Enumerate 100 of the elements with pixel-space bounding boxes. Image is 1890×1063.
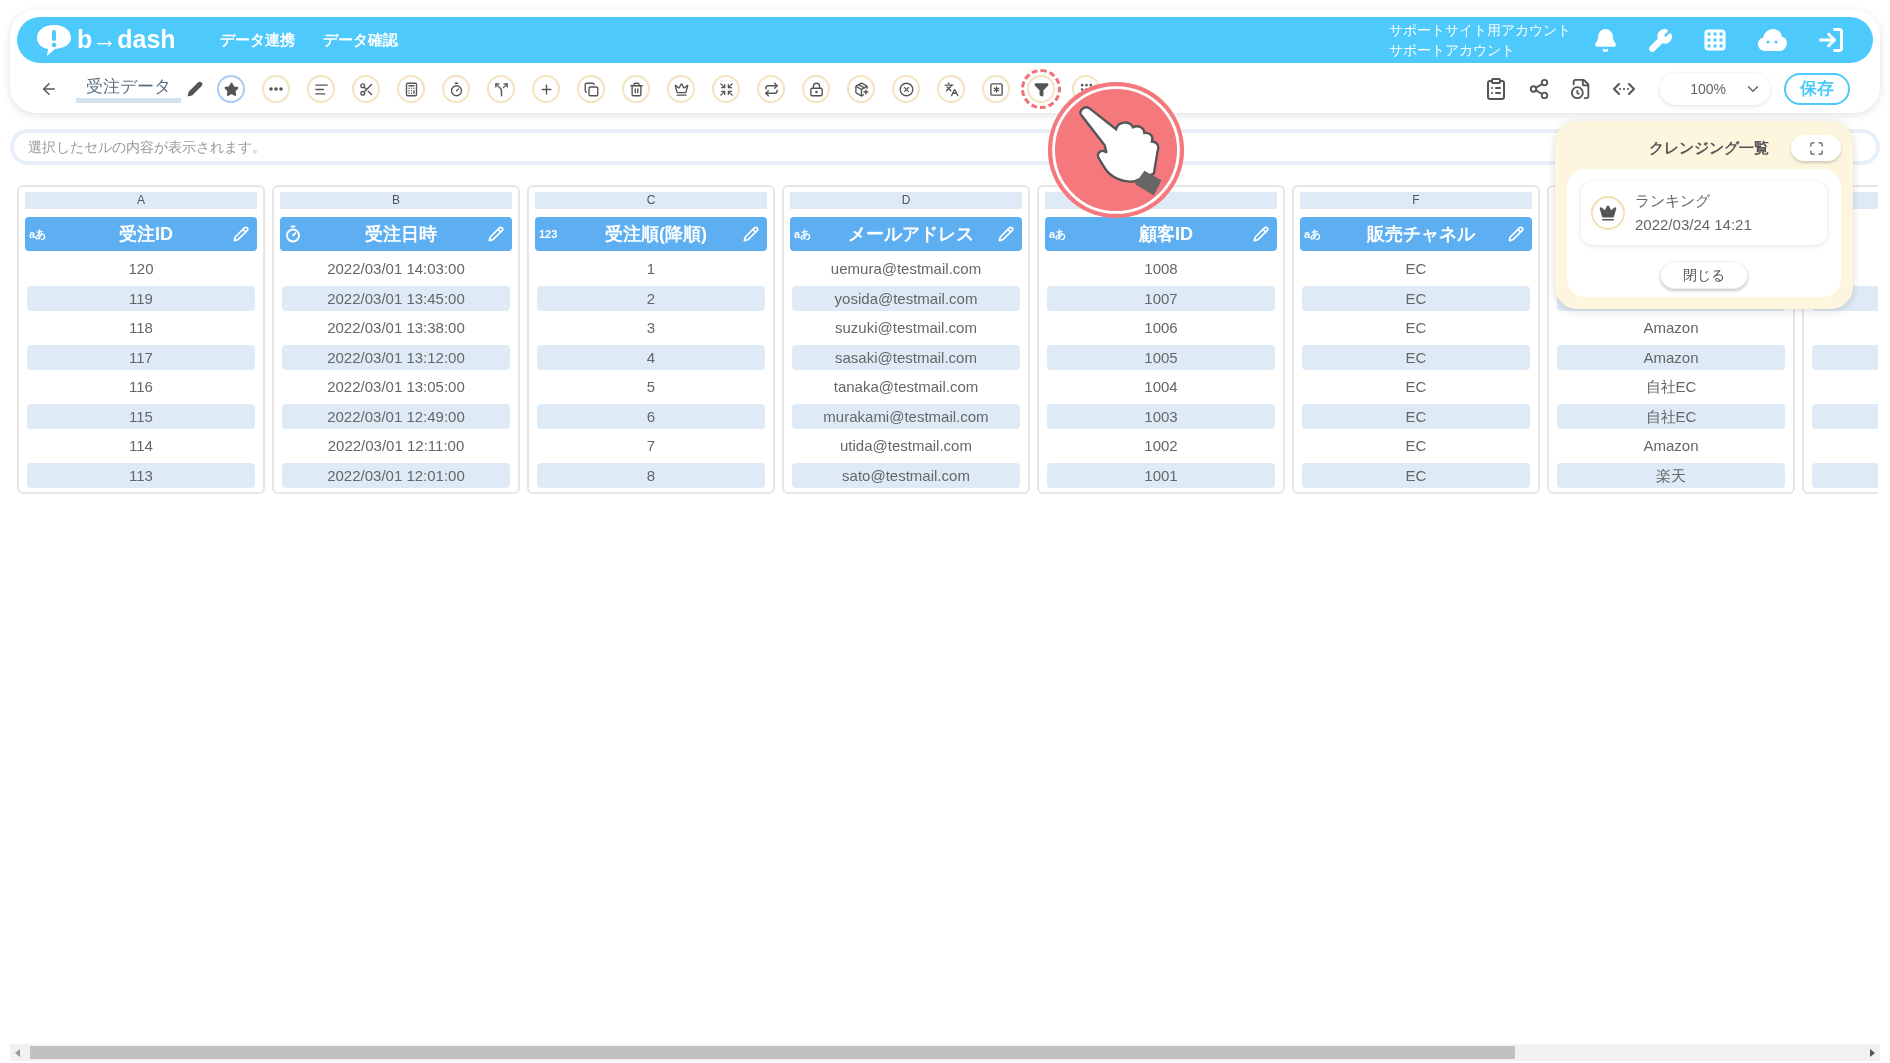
table-cell-text: 1 [645, 259, 657, 280]
table-cell-text: 1006 [1143, 318, 1179, 339]
close-button[interactable]: 閉じる [1660, 261, 1748, 289]
trash-icon [628, 81, 644, 97]
tool-button[interactable] [217, 75, 245, 103]
table-cell: 2022/03/01 13:12:00 [282, 344, 510, 370]
table-cell: 4 [537, 344, 765, 370]
tool-button[interactable] [757, 75, 785, 103]
table-cell-text: EC [1404, 436, 1428, 457]
sheet-title[interactable]: 受注データ [76, 75, 181, 103]
table-cell: sasaki@testmail.com [792, 344, 1020, 370]
dots-icon [269, 87, 283, 91]
clipboard-icon[interactable] [1484, 77, 1508, 101]
tool-button[interactable] [712, 75, 740, 103]
column-letter[interactable]: C [535, 192, 767, 209]
table-cell: sato@testmail.com [792, 462, 1020, 488]
column-title: 受注ID [118, 222, 174, 246]
share-icon[interactable] [1528, 78, 1550, 100]
panel-title: クレンジング一覧 [1649, 137, 1769, 158]
table-cell-text: EC [1404, 377, 1428, 398]
table-cell-text: EC [1404, 318, 1428, 339]
scroll-right-icon[interactable] [1870, 1048, 1875, 1057]
scrollbar-thumb[interactable] [30, 1046, 1515, 1059]
table-cell-text: 2022/03/01 14:03:00 [326, 259, 466, 280]
table-cell-text: 1002 [1143, 436, 1179, 457]
table-cell: EC [1302, 462, 1530, 488]
table-cell: EC [1302, 344, 1530, 370]
column-letter[interactable]: D [790, 192, 1022, 209]
lock-icon [808, 81, 824, 97]
table-cell: Amazon [1557, 344, 1785, 370]
column-title: 顧客ID [1138, 222, 1194, 246]
column-letter[interactable]: A [25, 192, 257, 209]
tool-button[interactable] [487, 75, 515, 103]
tool-button[interactable] [892, 75, 920, 103]
timer-icon [284, 225, 302, 243]
table-cell: 2022/03/01 13:45:00 [282, 285, 510, 311]
crown-icon [673, 81, 689, 97]
type-label: aあ [29, 226, 47, 242]
tool-button[interactable] [982, 75, 1010, 103]
tool-button[interactable] [532, 75, 560, 103]
column-letter[interactable]: F [1300, 192, 1532, 209]
cleansing-item[interactable]: ランキング 2022/03/24 14:21 [1581, 181, 1827, 245]
item-time: 2022/03/24 14:21 [1635, 215, 1752, 235]
table-cell: murakami@testmail.com [792, 403, 1020, 429]
calculator-icon [403, 81, 419, 97]
table-cell-text: 5 [645, 377, 657, 398]
table-cell: 119 [27, 285, 255, 311]
tool-button[interactable] [847, 75, 875, 103]
table-cell-text: 118 [128, 318, 154, 339]
repeat-icon [763, 81, 779, 97]
table-cell-text: 2022/03/01 13:05:00 [326, 377, 466, 398]
table-cell-text: 2022/03/01 13:38:00 [326, 318, 466, 339]
table-cell-text: 120 [127, 259, 155, 280]
tool-button[interactable] [577, 75, 605, 103]
table-cell: 1003 [1047, 403, 1275, 429]
x-circle-icon [898, 81, 914, 97]
table-cell-text: Amazon [1642, 318, 1700, 339]
column-title: 販売チャネル [1366, 222, 1477, 246]
table-cell: 8 [537, 462, 765, 488]
expand-icon [1808, 140, 1824, 156]
pencil-icon[interactable] [187, 81, 203, 97]
table-cell-text: 1004 [1143, 377, 1179, 398]
square-icon [988, 81, 1004, 97]
table-cell: 2022/03/01 12:01:00 [282, 462, 510, 488]
table-cell: 113 [27, 462, 255, 488]
table-cell: 1007 [1047, 285, 1275, 311]
file-refresh-icon[interactable] [1570, 78, 1592, 100]
tool-button[interactable] [397, 75, 425, 103]
zoom-select[interactable]: 100% [1660, 73, 1770, 105]
logo-icon [35, 23, 73, 57]
table-cell: 1001 [1047, 462, 1275, 488]
table-cell: EC [1302, 285, 1530, 311]
type-label: 123 [539, 226, 558, 242]
column-title: 受注日時 [364, 222, 438, 246]
tool-button[interactable] [802, 75, 830, 103]
tool-button[interactable] [667, 75, 695, 103]
table-cell: 117 [27, 344, 255, 370]
star-icon [223, 81, 239, 97]
shrink-icon [718, 81, 734, 97]
tool-button[interactable] [352, 75, 380, 103]
account-name: サポートアカウント [1389, 41, 1516, 60]
table-cell: 1005 [1047, 344, 1275, 370]
tool-button[interactable] [622, 75, 650, 103]
table-cell-text: 自社EC [1644, 377, 1698, 398]
type-label: aあ [1304, 226, 1322, 242]
column-title: メールアドレス [847, 222, 975, 246]
column-letter[interactable]: B [280, 192, 512, 209]
type-label: aあ [1049, 226, 1067, 242]
table-cell-text: 3 [645, 318, 657, 339]
tool-button[interactable] [442, 75, 470, 103]
copy-icon [583, 81, 599, 97]
table-cell: 115 [27, 403, 255, 429]
type-label: aあ [794, 226, 812, 242]
tool-button[interactable] [937, 75, 965, 103]
table-cell: EC [1302, 403, 1530, 429]
crown-icon [1599, 204, 1617, 222]
table-cell-text: 7 [645, 436, 657, 457]
table-cell-text: suzuki@testmail.com [834, 318, 978, 339]
table-cell-text: 2022/03/01 12:11:00 [326, 436, 466, 457]
tool-button[interactable] [307, 75, 335, 103]
